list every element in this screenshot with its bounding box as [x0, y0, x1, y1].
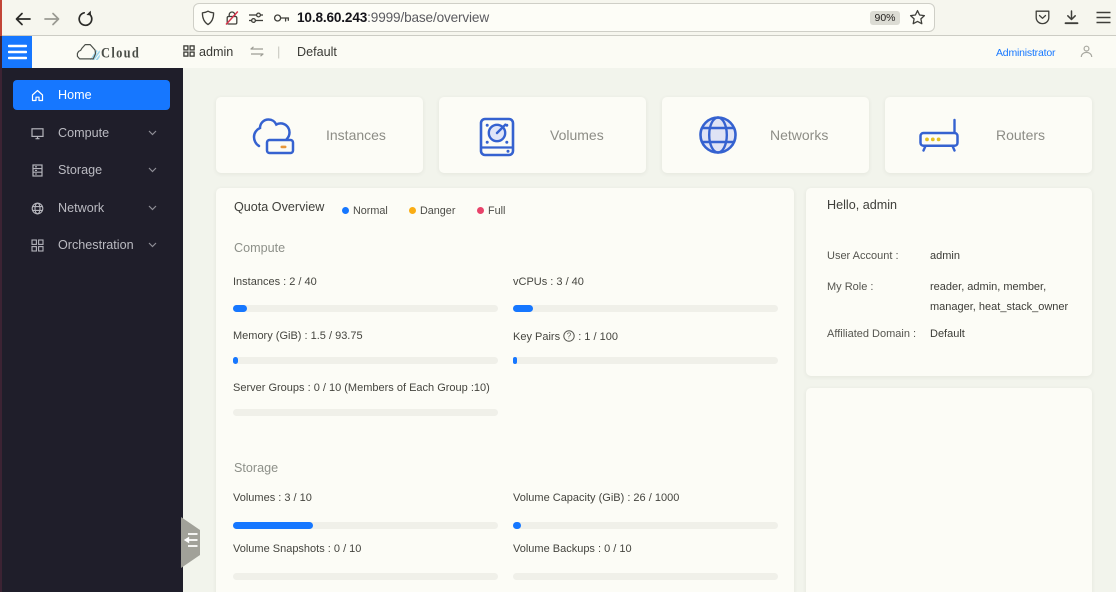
svg-text:?: ?	[567, 332, 572, 341]
